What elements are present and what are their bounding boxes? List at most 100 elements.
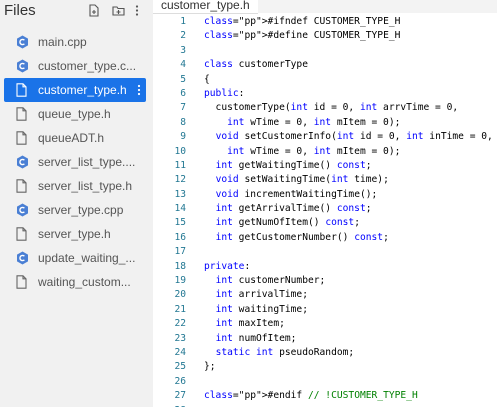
line-number: 3 <box>180 44 186 56</box>
code-line: 20 int arrivalTime; <box>153 288 497 302</box>
line-number: 22 <box>174 318 186 330</box>
file-name: server_list_type.h <box>38 179 133 193</box>
code-editor[interactable]: customer_type.h 1 class="pp">#ifndef CUST… <box>153 0 497 407</box>
file-item[interactable]: main.cpp <box>0 30 153 54</box>
code-line: 16 int getCustomerNumber() const; <box>153 231 497 245</box>
header-file-icon <box>16 227 29 241</box>
line-number: 2 <box>180 30 186 42</box>
line-text: void incrementWaitingTime(); <box>215 188 378 200</box>
code-line: 17 <box>153 245 497 259</box>
line-number: 27 <box>174 390 186 402</box>
line-number: 1 <box>180 16 186 27</box>
line-number: 28 <box>153 404 186 407</box>
line-text: int customerNumber; <box>215 275 326 287</box>
file-name: queue_type.h <box>38 107 111 121</box>
line-text: private: <box>204 260 251 272</box>
code-line: 2 class="pp">#define CUSTOMER_TYPE_H <box>153 29 497 43</box>
new-file-icon[interactable] <box>88 4 100 17</box>
more-options-icon[interactable] <box>134 4 140 17</box>
code-line: 22 int maxItem; <box>153 317 497 331</box>
line-number: 4 <box>180 59 186 71</box>
line-number: 15 <box>174 217 186 229</box>
tab-customer-type-h[interactable]: customer_type.h <box>153 0 258 14</box>
code-line: 18 private: <box>153 260 497 274</box>
code-line: 8 int wTime = 0, int mItem = 0); <box>153 116 497 130</box>
line-number: 25 <box>174 361 186 373</box>
line-number: 12 <box>174 174 186 186</box>
code-line: 6 public: <box>153 87 497 101</box>
line-number: 11 <box>174 159 186 171</box>
code-line: 7 customerType(int id = 0, int arrvTime … <box>153 101 497 115</box>
file-item[interactable]: queue_type.h <box>0 102 153 126</box>
code-line: 28 <box>153 404 497 407</box>
file-item[interactable]: customer_type.c... <box>0 54 153 78</box>
file-name: update_waiting_... <box>38 251 136 265</box>
line-text: public: <box>204 87 245 99</box>
code-line: 1 class="pp">#ifndef CUSTOMER_TYPE_H <box>153 15 497 29</box>
file-options-icon[interactable] <box>136 83 142 97</box>
file-item[interactable]: waiting_custom... <box>0 270 153 294</box>
code-line: 9 void setCustomerInfo(int id = 0, int i… <box>153 130 497 144</box>
line-number: 9 <box>180 131 186 143</box>
line-number: 26 <box>174 375 186 387</box>
line-number: 24 <box>174 346 186 358</box>
code-line: 19 int customerNumber; <box>153 274 497 288</box>
code-line: 27 class="pp">#endif // !CUSTOMER_TYPE_H <box>153 389 497 403</box>
line-number: 21 <box>174 303 186 315</box>
file-item[interactable]: server_list_type.h <box>0 174 153 198</box>
code-line: 10 int wTime = 0, int mItem = 0); <box>153 145 497 159</box>
code-line: 12 void setWaitingTime(int time); <box>153 173 497 187</box>
file-item[interactable]: update_waiting_... <box>0 246 153 270</box>
line-text: class="pp">#define CUSTOMER_TYPE_H <box>204 30 401 42</box>
line-text: customerType(int id = 0, int arrvTime = … <box>204 102 459 114</box>
code-line: 14 int getArrivalTime() const; <box>153 202 497 216</box>
cpp-file-icon <box>16 203 29 217</box>
line-text: int arrivalTime; <box>215 289 308 301</box>
line-number: 23 <box>174 332 186 344</box>
cpp-file-icon <box>16 59 29 73</box>
line-number: 5 <box>180 73 186 85</box>
header-file-icon <box>16 83 29 97</box>
code-line: 5{ <box>153 73 497 87</box>
line-text: int getCustomerNumber() const; <box>215 231 389 243</box>
line-text: void setCustomerInfo(int id = 0, int inT… <box>215 131 493 143</box>
file-sidebar: Files main.cpp customer_type.c... customer… <box>0 0 153 407</box>
line-number: 14 <box>174 203 186 215</box>
file-item[interactable]: server_type.h <box>0 222 153 246</box>
header-file-icon <box>16 275 29 289</box>
code-line: 24 static int pseudoRandom; <box>153 346 497 360</box>
file-item[interactable]: server_type.cpp <box>0 198 153 222</box>
file-name: queueADT.h <box>38 131 105 145</box>
file-name: server_type.h <box>38 227 111 241</box>
line-text: int getArrivalTime() const; <box>215 203 372 215</box>
line-number: 13 <box>174 188 186 200</box>
code-line: 3 <box>153 44 497 58</box>
header-file-icon <box>16 131 29 145</box>
code-line: 26 <box>153 375 497 389</box>
sidebar-title: Files <box>4 2 36 19</box>
file-name: customer_type.c... <box>38 59 137 73</box>
code-area[interactable]: 1 class="pp">#ifndef CUSTOMER_TYPE_H 2 clas… <box>153 15 497 407</box>
line-text: }; <box>204 361 216 373</box>
file-item[interactable]: customer_type.h <box>4 78 146 102</box>
line-number: 10 <box>174 145 186 157</box>
header-file-icon <box>16 107 29 121</box>
line-number: 17 <box>174 246 186 258</box>
code-line: 11 int getWaitingTime() const; <box>153 159 497 173</box>
file-name: waiting_custom... <box>38 275 131 289</box>
file-name: server_type.cpp <box>38 203 124 217</box>
cpp-file-icon <box>16 35 29 49</box>
file-list: main.cpp customer_type.c... customer_type.… <box>0 30 153 294</box>
new-folder-icon[interactable] <box>112 4 125 17</box>
line-text: int getNumOfItem() const; <box>215 217 360 229</box>
file-item[interactable]: queueADT.h <box>0 126 153 150</box>
line-text: class="pp">#endif // !CUSTOMER_TYPE_H <box>204 390 418 402</box>
line-number: 7 <box>180 102 186 114</box>
file-item[interactable]: server_list_type.... <box>0 150 153 174</box>
file-name: server_list_type.... <box>38 155 136 169</box>
line-number: 18 <box>174 260 186 272</box>
header-file-icon <box>16 179 29 193</box>
file-name: customer_type.h <box>38 83 127 97</box>
line-text: class="pp">#ifndef CUSTOMER_TYPE_H <box>204 16 401 27</box>
cpp-file-icon <box>16 251 29 265</box>
